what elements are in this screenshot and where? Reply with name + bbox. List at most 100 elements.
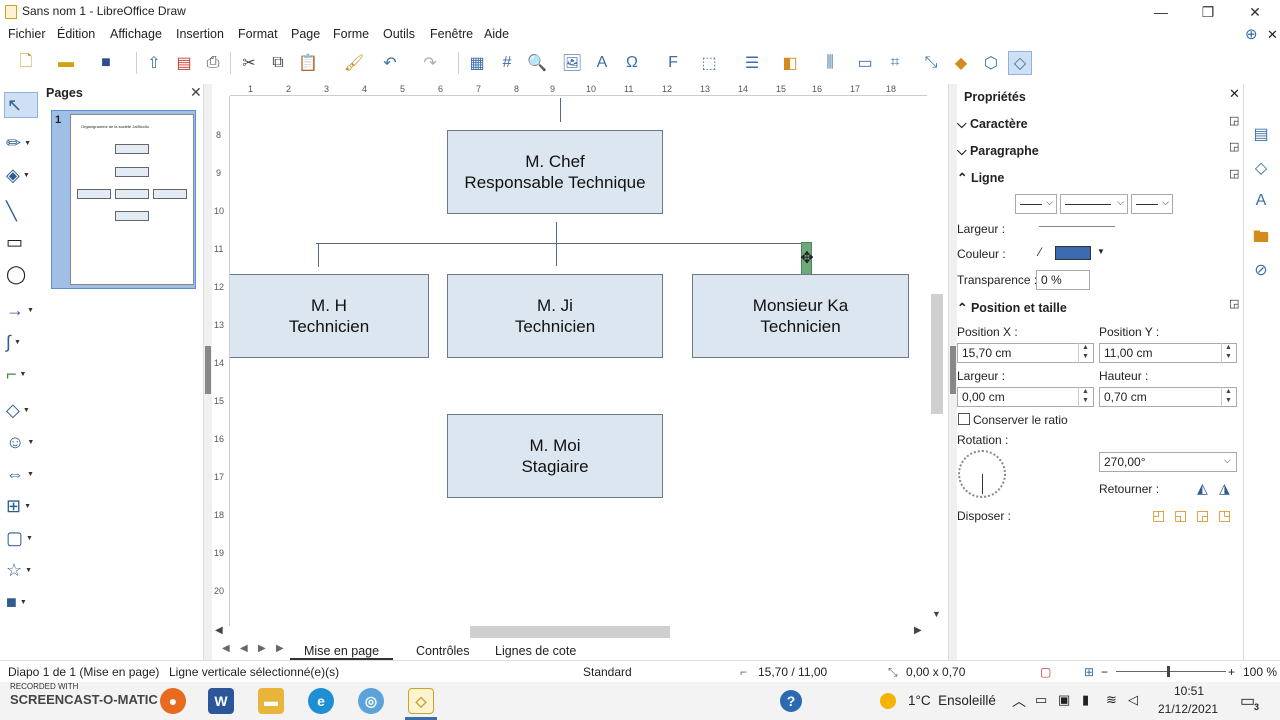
print-icon[interactable]: ⎙ bbox=[201, 51, 225, 75]
zoom-icon[interactable]: 🔍 bbox=[525, 51, 549, 75]
tab-lignes-de-cote[interactable]: Lignes de cote bbox=[481, 642, 590, 660]
section-ligne[interactable]: ⌃ Ligne bbox=[957, 170, 1004, 185]
close-icon[interactable]: ✕ bbox=[1229, 86, 1240, 102]
cut-icon[interactable]: ✂ bbox=[237, 51, 261, 75]
block-arrows-icon[interactable]: ⇔ ▼ bbox=[4, 461, 38, 487]
keep-ratio-checkbox[interactable] bbox=[958, 413, 970, 425]
stars-icon[interactable]: ☆ ▼ bbox=[4, 557, 38, 583]
arrange-icon[interactable]: ◧ bbox=[778, 51, 802, 75]
position-y-spinner[interactable]: ▲ ▼ bbox=[1221, 343, 1235, 363]
clock-date[interactable]: 21/12/2021 bbox=[1158, 702, 1218, 716]
properties-deck-icon[interactable]: ▤ bbox=[1250, 124, 1272, 146]
copy-icon[interactable]: ⧉ bbox=[266, 51, 290, 75]
connectors-icon[interactable]: ⌐ ▼ bbox=[4, 361, 38, 387]
more-options-icon[interactable]: ◲ bbox=[1229, 140, 1239, 153]
close-document-icon[interactable]: ✕ bbox=[1267, 27, 1278, 43]
export-pdf-icon[interactable]: ▤ bbox=[172, 51, 196, 75]
basic-shapes-icon[interactable]: ◇ ▼ bbox=[4, 397, 38, 423]
menu-fichier[interactable]: Fichier bbox=[8, 27, 46, 41]
rectangle-tool-icon[interactable]: ▭ bbox=[4, 229, 38, 255]
save-icon[interactable]: ■ bbox=[94, 51, 118, 75]
connector-line[interactable] bbox=[556, 222, 557, 266]
largeur-spinner[interactable]: ▲ ▼ bbox=[1078, 387, 1092, 407]
prev-tab-icon[interactable]: ◀ bbox=[240, 643, 248, 654]
file-explorer-icon[interactable]: ▬ bbox=[258, 688, 284, 714]
shape-moi[interactable]: M. Moi Stagiaire bbox=[447, 414, 663, 498]
curves-icon[interactable]: ∫ ▼ bbox=[4, 329, 38, 355]
3d-objects-icon[interactable]: ■ ▼ bbox=[4, 589, 38, 615]
redo-icon[interactable]: ↷ bbox=[418, 51, 442, 75]
horizontal-scrollbar[interactable]: ◀ ▶ bbox=[212, 624, 943, 640]
symbol-shapes-icon[interactable]: ☺ ▼ bbox=[4, 429, 38, 455]
restore-button[interactable]: ❐ bbox=[1185, 0, 1231, 24]
hauteur-field[interactable]: 0,70 cm bbox=[1099, 387, 1237, 407]
undo-icon[interactable]: ↶ bbox=[378, 51, 402, 75]
section-caractere[interactable]: ⌵ Caractère bbox=[957, 117, 1028, 132]
word-icon[interactable]: W bbox=[208, 688, 234, 714]
minimize-button[interactable]: — bbox=[1138, 0, 1184, 24]
section-position-taille[interactable]: ⌃ Position et taille bbox=[957, 300, 1067, 315]
tray-icon[interactable]: ▭ bbox=[1035, 692, 1047, 708]
shape-ka[interactable]: Monsieur Ka Technicien bbox=[692, 274, 909, 358]
rotation-field[interactable]: 270,00° bbox=[1099, 452, 1237, 472]
paste-icon[interactable]: 📋 bbox=[296, 51, 320, 75]
connector-line[interactable] bbox=[316, 243, 806, 244]
position-y-field[interactable]: 11,00 cm bbox=[1099, 343, 1237, 363]
shape-chef[interactable]: M. Chef Responsable Technique bbox=[447, 130, 663, 214]
more-options-icon[interactable]: ◲ bbox=[1229, 297, 1239, 310]
show-draw-functions-icon[interactable]: ◇ bbox=[1008, 51, 1032, 75]
weather-text[interactable]: 1°C Ensoleillé bbox=[908, 693, 996, 708]
insert-textbox-icon[interactable]: A bbox=[590, 51, 614, 75]
menu-forme[interactable]: Forme bbox=[333, 27, 369, 41]
send-to-back-icon[interactable]: ◳ bbox=[1218, 507, 1231, 524]
chevron-down-icon[interactable]: ▼ bbox=[1097, 247, 1105, 256]
grid-icon[interactable]: ▦ bbox=[465, 51, 489, 75]
crop-icon[interactable]: ⌗ bbox=[883, 51, 907, 75]
toggle-extrusion-icon[interactable]: ⬡ bbox=[979, 51, 1003, 75]
notifications-icon[interactable]: ▭ bbox=[1240, 691, 1255, 711]
fontwork-icon[interactable]: F bbox=[661, 51, 685, 75]
flip-vertical-icon[interactable]: ◭ bbox=[1197, 480, 1208, 497]
align-icon[interactable]: ☰ bbox=[740, 51, 764, 75]
section-paragraphe[interactable]: ⌵ Paragraphe bbox=[957, 144, 1039, 159]
more-options-icon[interactable]: ◲ bbox=[1229, 114, 1239, 127]
styles-deck-icon[interactable]: A bbox=[1250, 192, 1272, 214]
chevron-down-icon[interactable]: ⌵ bbox=[1224, 455, 1231, 466]
sidebar-splitter[interactable] bbox=[949, 84, 957, 660]
style-status[interactable]: Standard bbox=[583, 665, 632, 679]
help-icon[interactable]: ? bbox=[780, 690, 802, 712]
shape-ji[interactable]: M. Ji Technicien bbox=[447, 274, 663, 358]
shapes-deck-icon[interactable]: ◇ bbox=[1250, 158, 1272, 180]
shadow-icon[interactable]: ▭ bbox=[853, 51, 877, 75]
largeur-field[interactable]: 0,00 cm bbox=[957, 387, 1094, 407]
glue-points-icon[interactable]: ◆ bbox=[949, 51, 973, 75]
shape-h[interactable]: M. H Technicien bbox=[230, 274, 429, 358]
zoom-out-icon[interactable]: − bbox=[1101, 665, 1108, 679]
special-character-icon[interactable]: Ω bbox=[620, 51, 644, 75]
next-tab-icon[interactable]: ▶ bbox=[258, 643, 266, 654]
points-icon[interactable]: ⤡ bbox=[919, 51, 943, 75]
line-style-select[interactable]: ⌵ bbox=[1060, 194, 1128, 214]
scroll-down-icon[interactable]: ▼ bbox=[932, 609, 941, 619]
ellipse-tool-icon[interactable]: ◯ bbox=[4, 261, 38, 287]
position-x-field[interactable]: 15,70 cm bbox=[957, 343, 1094, 363]
clone-formatting-icon[interactable]: 🖌 bbox=[342, 51, 366, 75]
close-icon[interactable]: ✕ bbox=[190, 84, 202, 101]
drawing-canvas[interactable]: 1 2 3 4 5 6 7 8 9 10 11 12 13 14 15 16 1… bbox=[212, 84, 943, 640]
zoom-level[interactable]: 100 % bbox=[1243, 665, 1277, 679]
transformations-icon[interactable]: ⬚ bbox=[697, 51, 721, 75]
line-color-swatch[interactable] bbox=[1055, 246, 1091, 260]
menu-format[interactable]: Format bbox=[238, 27, 278, 41]
horizontal-scroll-thumb[interactable] bbox=[470, 626, 670, 638]
insert-image-icon[interactable]: 🖼 bbox=[560, 51, 584, 75]
recorder-app-icon[interactable]: ◎ bbox=[358, 688, 384, 714]
gallery-deck-icon[interactable]: 🖿 bbox=[1250, 226, 1272, 248]
last-tab-icon[interactable]: ▶ bbox=[276, 643, 284, 654]
first-tab-icon[interactable]: ◀ bbox=[222, 643, 230, 654]
menu-page[interactable]: Page bbox=[291, 27, 320, 41]
scroll-right-icon[interactable]: ▶ bbox=[914, 625, 922, 636]
export-icon[interactable]: ⇧ bbox=[142, 51, 166, 75]
vertical-scroll-thumb[interactable] bbox=[931, 294, 943, 414]
connector-line[interactable] bbox=[318, 243, 319, 267]
line-width-preview[interactable] bbox=[1039, 226, 1115, 227]
